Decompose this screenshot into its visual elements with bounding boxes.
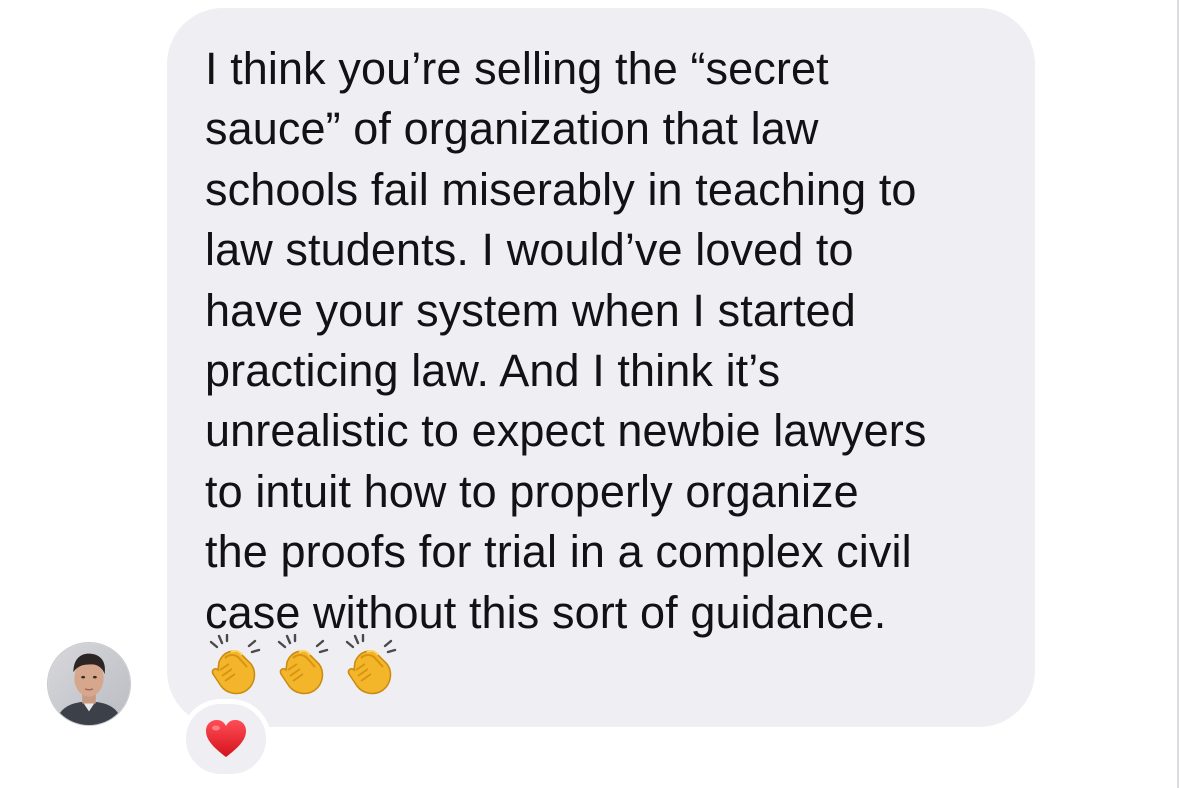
sender-avatar[interactable]: [47, 642, 131, 726]
red-heart-icon: [206, 720, 246, 757]
clapping-hands-icon: [209, 634, 261, 695]
message-bubble[interactable]: I think you’re selling the “secret sauce…: [167, 8, 1035, 727]
person-avatar-icon: [48, 643, 130, 725]
clapping-hands-icon: [345, 634, 397, 695]
emoji-row: [205, 634, 399, 698]
clapping-hands-icon: [277, 634, 329, 695]
reaction-badge[interactable]: [181, 699, 271, 779]
message-text: I think you’re selling the “secret sauce…: [205, 43, 927, 638]
